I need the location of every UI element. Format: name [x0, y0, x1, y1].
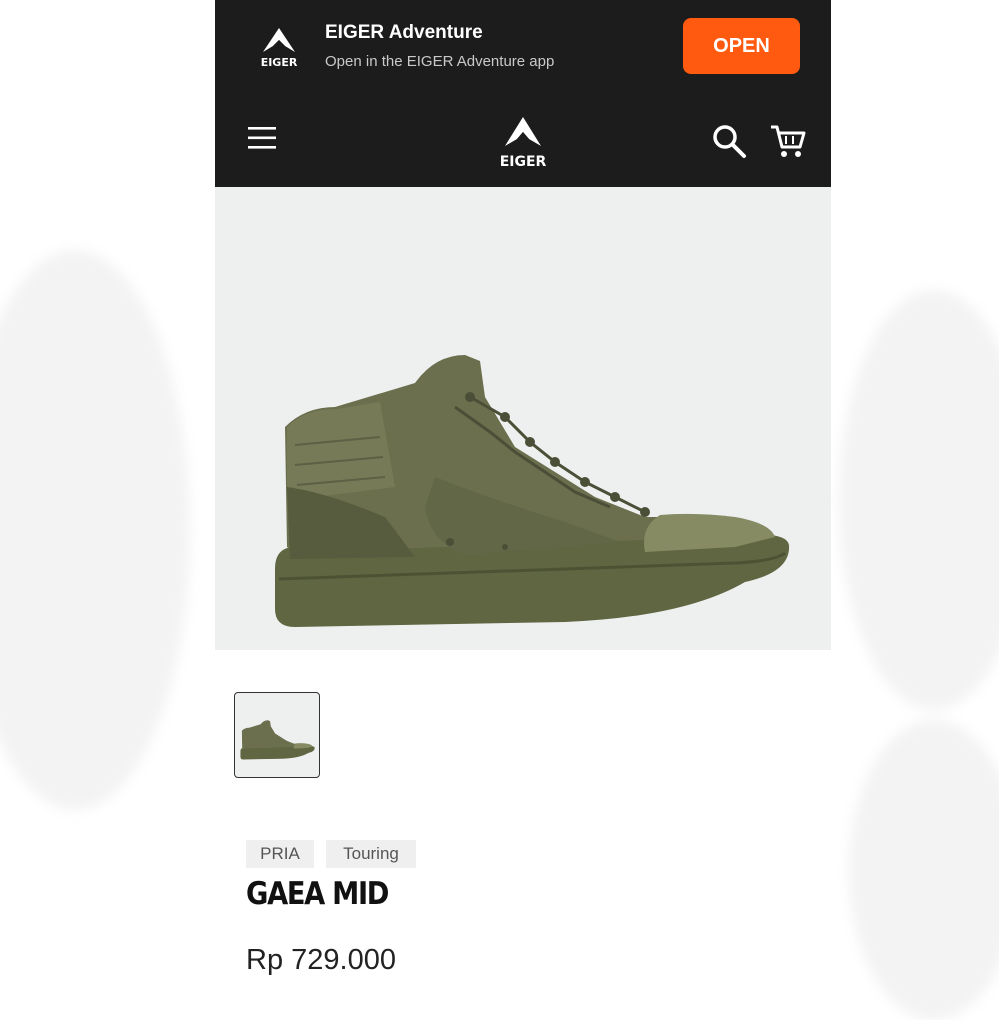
tag-category[interactable]: Touring	[326, 840, 416, 868]
product-price: Rp 729.000	[246, 944, 396, 976]
background-blur-right	[839, 290, 999, 710]
shoe-thumbnail-image	[240, 720, 315, 760]
open-app-button[interactable]: OPEN	[683, 18, 800, 74]
shoe-image	[275, 355, 790, 627]
product-name: GAEA MID	[246, 876, 389, 912]
background-blur-right-lower	[849, 720, 999, 1020]
svg-text:EIGER: EIGER	[500, 154, 547, 170]
search-icon[interactable]	[711, 123, 747, 159]
app-install-banner: EIGER EIGER Adventure Open in the EIGER …	[215, 0, 831, 96]
banner-subtitle: Open in the EIGER Adventure app	[325, 53, 555, 70]
banner-title: EIGER Adventure	[325, 22, 483, 43]
product-thumbnail[interactable]	[234, 692, 320, 778]
eiger-logo: EIGER	[261, 28, 298, 69]
background-blur-left	[0, 250, 190, 810]
tag-gender[interactable]: PRIA	[246, 840, 314, 868]
mobile-page: EIGER EIGER Adventure Open in the EIGER …	[215, 0, 831, 1000]
eiger-logo[interactable]: EIGER	[481, 114, 565, 170]
cart-icon[interactable]	[769, 122, 807, 160]
menu-icon[interactable]	[247, 125, 277, 151]
site-header: EIGER	[215, 96, 831, 187]
product-image[interactable]	[215, 187, 831, 650]
svg-text:EIGER: EIGER	[261, 56, 298, 69]
